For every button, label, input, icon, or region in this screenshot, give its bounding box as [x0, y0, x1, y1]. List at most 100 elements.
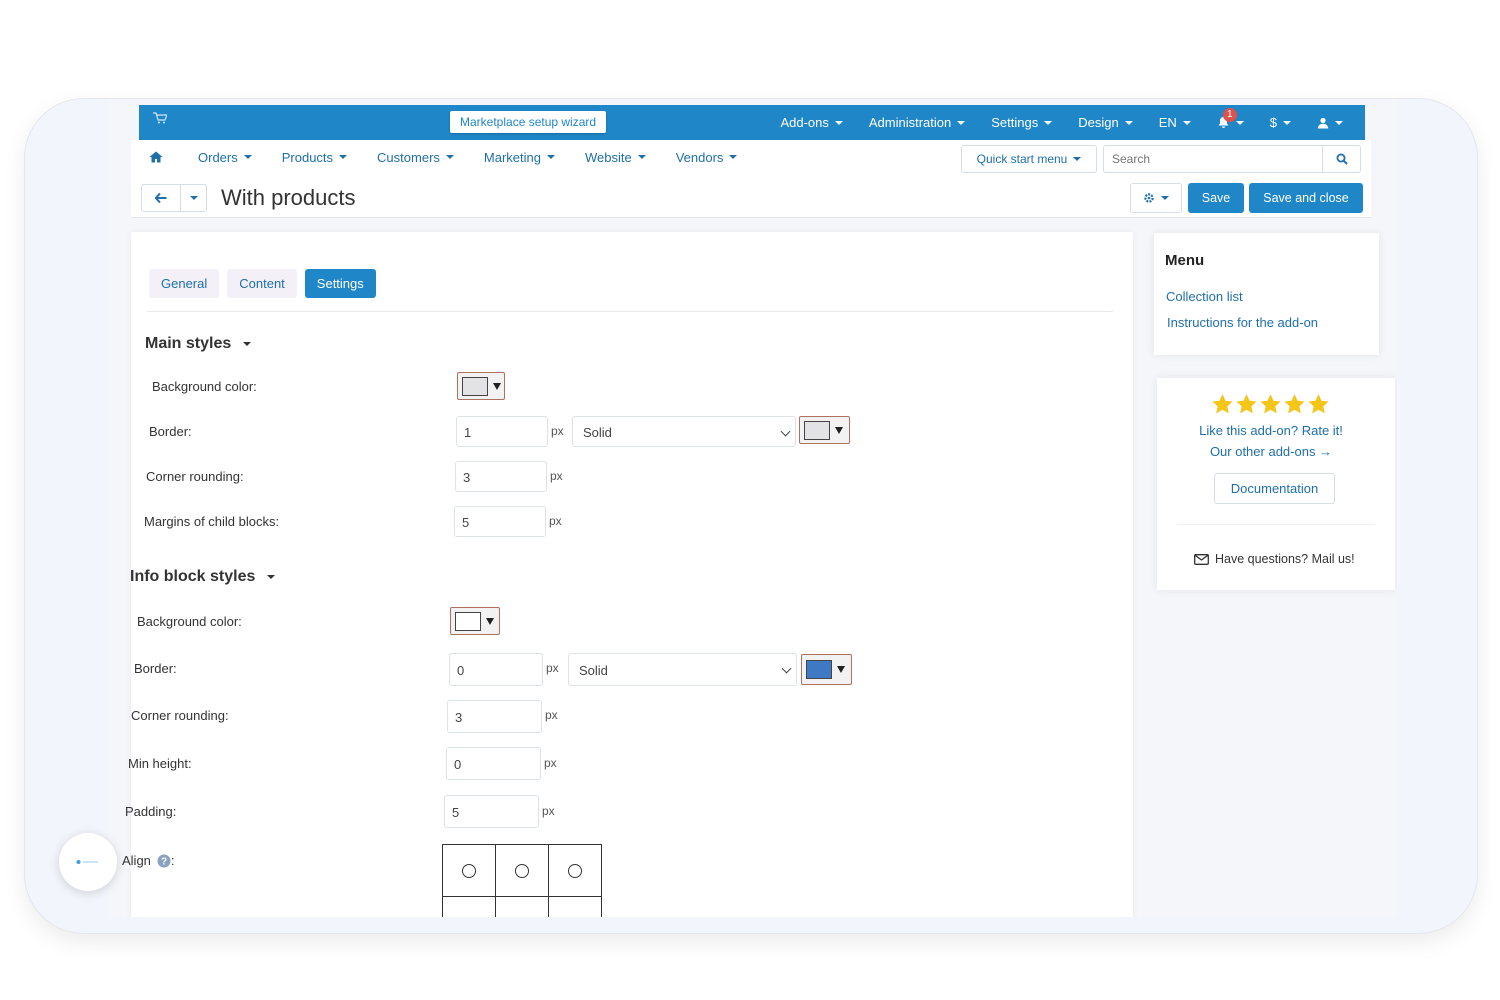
star-icon[interactable] — [1307, 393, 1330, 414]
info-border-width-input[interactable]: 0 — [449, 653, 543, 686]
chat-widget-icon — [76, 860, 98, 864]
info-padding-label: Padding: — [125, 804, 177, 819]
align-label-text: Align — [122, 853, 151, 868]
px-unit: px — [546, 661, 559, 675]
search-button[interactable] — [1322, 146, 1360, 172]
info-border-style-select[interactable]: Solid — [568, 653, 797, 686]
info-bg-color-label: Background color: — [137, 614, 242, 629]
star-icon[interactable] — [1259, 393, 1282, 414]
topnav-settings[interactable]: Settings — [978, 115, 1065, 130]
tablet-frame: Marketplace setup wizard Add-ons Adminis… — [24, 98, 1478, 934]
search-input[interactable] — [1104, 146, 1322, 172]
main-rounding-input[interactable]: 3 — [455, 461, 547, 492]
star-icon[interactable] — [1283, 393, 1306, 414]
page-title: With products — [221, 185, 356, 210]
save-and-close-button[interactable]: Save and close — [1249, 183, 1363, 213]
menu-products[interactable]: Products — [267, 150, 362, 165]
menu-label: Vendors — [675, 149, 724, 165]
radio-icon — [462, 863, 476, 878]
main-styles-heading[interactable]: Main styles — [145, 335, 252, 353]
rate-addon-link[interactable]: Like this add-on? Rate it! — [1157, 423, 1385, 438]
topnav-language[interactable]: EN — [1146, 115, 1204, 130]
align-top-center[interactable] — [496, 845, 549, 897]
tab-content[interactable]: Content — [227, 269, 297, 298]
menu-vendors[interactable]: Vendors — [661, 150, 753, 165]
help-icon[interactable]: ? — [157, 854, 171, 868]
align-top-right[interactable] — [549, 845, 602, 897]
currency-menu[interactable]: $ — [1257, 115, 1304, 130]
gear-icon — [1144, 193, 1154, 203]
topnav-design[interactable]: Design — [1065, 115, 1145, 130]
section-title: Info block styles — [130, 568, 256, 585]
align-middle-right[interactable] — [549, 897, 602, 917]
main-border-width-input[interactable]: 1 — [456, 416, 548, 447]
instructions-link[interactable]: Instructions for the add-on — [1167, 315, 1318, 330]
menu-customers[interactable]: Customers — [362, 150, 469, 165]
tab-general[interactable]: General — [149, 269, 220, 298]
info-align-label: Align ? : — [122, 853, 175, 868]
color-swatch — [806, 660, 832, 679]
caret-down-icon — [1335, 120, 1343, 125]
star-icon[interactable] — [1235, 393, 1258, 414]
main-bg-color-picker[interactable] — [457, 372, 505, 400]
info-border-label: Border: — [134, 661, 177, 676]
currency-label: $ — [1269, 115, 1277, 130]
collection-list-link[interactable]: Collection list — [1166, 289, 1243, 304]
radio-icon — [568, 863, 582, 878]
star-rating[interactable] — [1211, 393, 1330, 414]
menu-marketing[interactable]: Marketing — [469, 150, 570, 165]
info-styles-heading[interactable]: Info block styles — [130, 568, 276, 586]
topnav-label: Settings — [991, 115, 1039, 130]
info-rounding-label: Corner rounding: — [131, 708, 229, 723]
settings-dropdown-button[interactable] — [1130, 183, 1182, 213]
topnav-label: Add-ons — [780, 115, 829, 130]
main-border-color-picker[interactable] — [799, 416, 850, 444]
info-rounding-input[interactable]: 3 — [447, 700, 542, 733]
arrow-left-icon — [155, 193, 167, 203]
align-top-left[interactable] — [443, 845, 496, 897]
documentation-button[interactable]: Documentation — [1214, 473, 1335, 504]
top-nav: Add-ons Administration Settings Design E… — [767, 105, 1365, 140]
cart-icon[interactable] — [153, 112, 167, 124]
history-dropdown-button[interactable] — [181, 184, 207, 212]
info-bg-color-picker[interactable] — [450, 607, 500, 635]
menu-orders[interactable]: Orders — [183, 150, 267, 165]
dropdown-triangle-icon — [486, 617, 494, 625]
user-menu[interactable] — [1304, 117, 1365, 129]
main-border-style-select[interactable]: Solid — [572, 416, 796, 447]
info-min-height-input[interactable]: 0 — [446, 747, 541, 780]
star-icon[interactable] — [1211, 393, 1234, 414]
topnav-addons[interactable]: Add-ons — [767, 115, 855, 130]
select-value: Solid — [579, 663, 608, 678]
top-bar: Marketplace setup wizard Add-ons Adminis… — [139, 105, 1365, 140]
chevron-down-icon — [781, 663, 792, 674]
tab-bar: General Content Settings — [149, 269, 376, 298]
topnav-administration[interactable]: Administration — [856, 115, 978, 130]
bell-icon: 1 — [1217, 108, 1237, 129]
main-margins-input[interactable]: 5 — [454, 506, 546, 537]
align-middle-left[interactable] — [443, 897, 496, 917]
chat-widget-button[interactable] — [59, 833, 117, 891]
align-middle-center[interactable] — [496, 897, 549, 917]
color-swatch — [455, 611, 481, 631]
setup-wizard-button[interactable]: Marketplace setup wizard — [450, 111, 607, 133]
home-button[interactable] — [149, 151, 183, 163]
save-button[interactable]: Save — [1188, 183, 1244, 213]
other-addons-link[interactable]: Our other add-ons → — [1157, 444, 1385, 459]
info-border-color-picker[interactable] — [801, 654, 852, 685]
menu-website[interactable]: Website — [570, 150, 661, 165]
quick-start-menu-button[interactable]: Quick start menu — [961, 145, 1097, 173]
settings-panel: General Content Settings Main styles Bac… — [122, 232, 1133, 917]
mail-us-link[interactable]: Have questions? Mail us! — [1194, 552, 1355, 566]
caret-down-icon — [1182, 120, 1191, 125]
caret-down-icon — [1124, 120, 1133, 125]
tab-settings[interactable]: Settings — [304, 269, 376, 298]
caret-down-icon — [1044, 120, 1053, 125]
dropdown-triangle-icon — [837, 666, 845, 673]
notifications-button[interactable]: 1 — [1204, 108, 1257, 129]
caret-down-icon — [957, 120, 966, 125]
px-unit: px — [545, 708, 558, 722]
info-padding-input[interactable]: 5 — [444, 795, 539, 828]
divider — [1177, 524, 1375, 525]
back-button[interactable] — [141, 184, 181, 212]
